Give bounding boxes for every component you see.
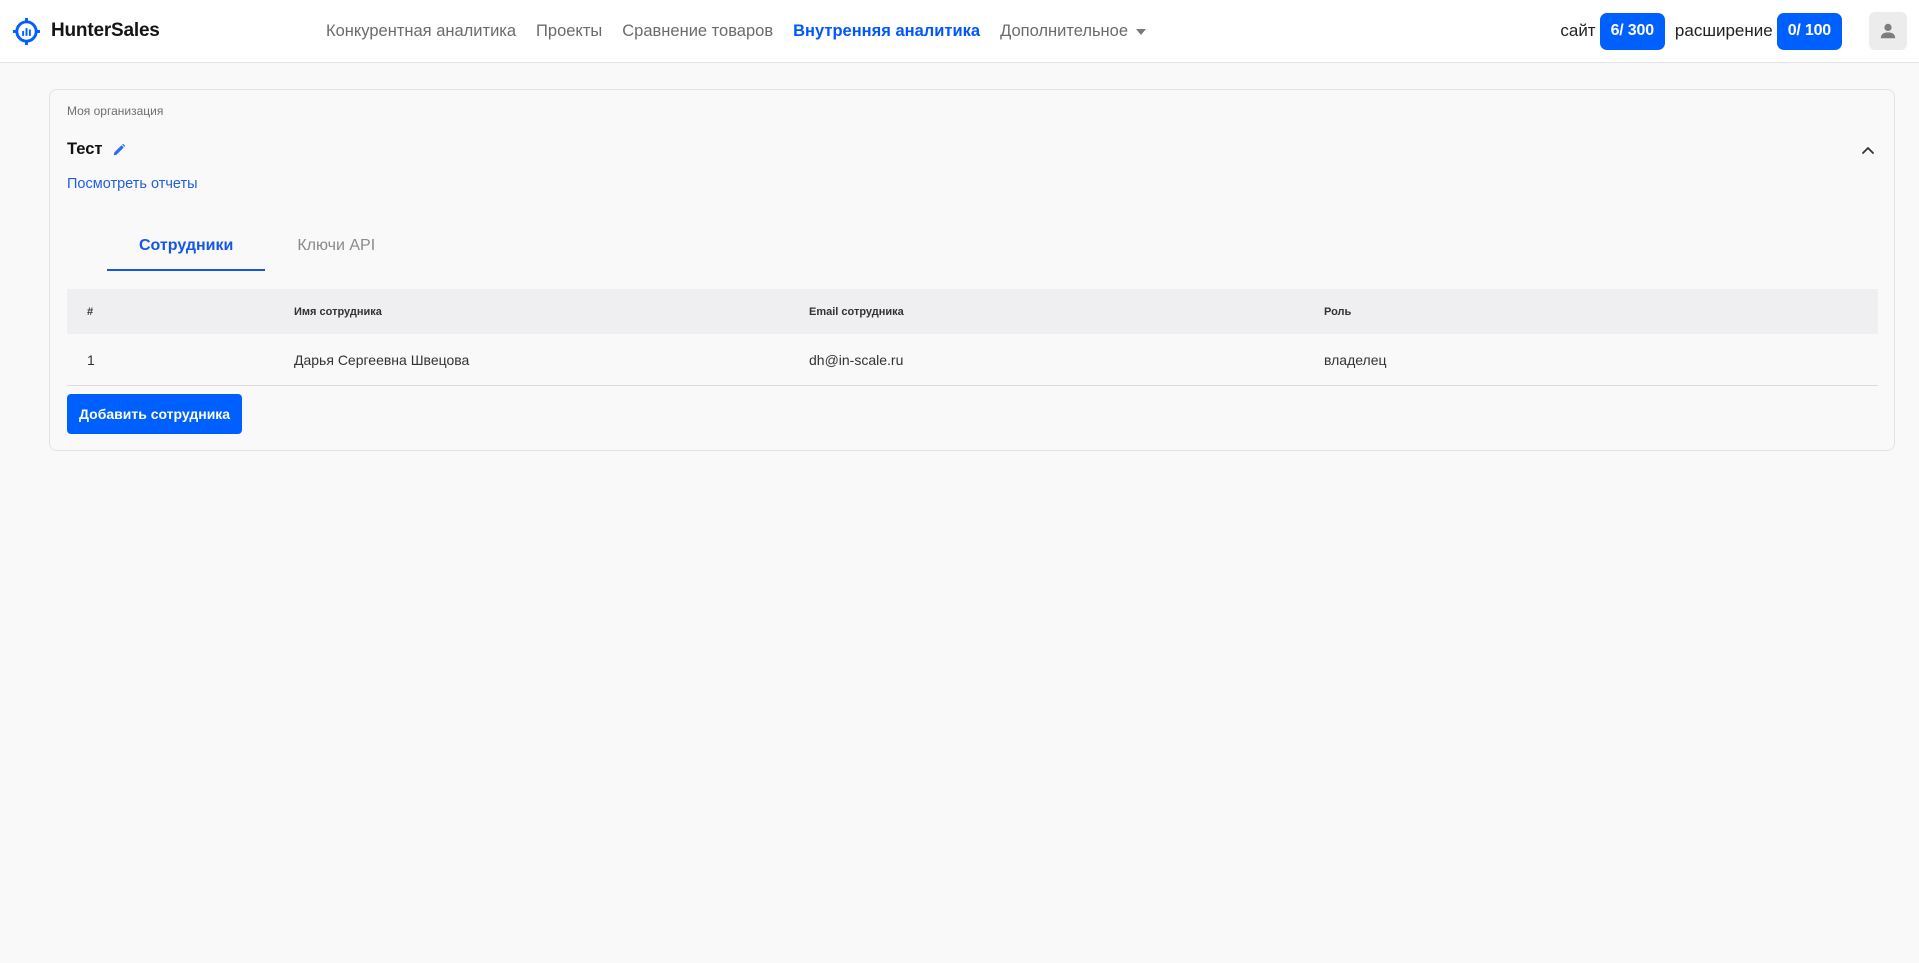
column-header-role: Роль: [1324, 305, 1352, 318]
column-header-email: Email сотрудника: [809, 305, 904, 318]
site-limit-label: сайт: [1560, 21, 1596, 40]
add-employee-button[interactable]: Добавить сотрудника: [67, 394, 243, 434]
organization-card: Моя организация Тест Посмотреть отчеты С…: [49, 89, 1895, 451]
edit-pencil-icon[interactable]: [112, 143, 126, 157]
chevron-up-icon[interactable]: [1860, 142, 1876, 158]
organization-title-row: Тест: [67, 140, 126, 159]
nav-product-comparison[interactable]: Сравнение товаров: [622, 22, 773, 41]
view-reports-link[interactable]: Посмотреть отчеты: [67, 176, 198, 192]
column-header-number: #: [87, 305, 94, 318]
extension-limit-label: расширение: [1674, 21, 1773, 40]
top-header: HunterSales Конкурентная аналитика Проек…: [0, 0, 1919, 63]
usage-limits: сайт 6/ 300 расширение 0/ 100: [1560, 12, 1842, 50]
logo-icon: [12, 17, 41, 45]
organization-name: Тест: [67, 140, 103, 158]
cell-employee-role: владелец: [1324, 351, 1387, 368]
tabs: Сотрудники Ключи API: [107, 228, 407, 271]
nav-additional-label: Дополнительное: [1000, 21, 1129, 40]
nav-internal-analytics[interactable]: Внутренняя аналитика: [793, 22, 980, 41]
column-header-name: Имя сотрудника: [294, 305, 382, 318]
tab-employees[interactable]: Сотрудники: [107, 228, 266, 271]
card-caption: Моя организация: [67, 104, 164, 118]
cell-number: 1: [87, 351, 95, 368]
user-icon: [1880, 23, 1896, 39]
extension-limit-badge: 0/ 100: [1776, 12, 1842, 50]
table-header: # Имя сотрудника Email сотрудника Роль: [67, 289, 1878, 334]
cell-employee-name: Дарья Сергеевна Швецова: [294, 351, 470, 368]
nav-additional-dropdown[interactable]: Дополнительное: [1000, 21, 1147, 41]
logo[interactable]: HunterSales: [12, 14, 160, 48]
tab-api-keys[interactable]: Ключи API: [265, 228, 407, 271]
main-nav: Конкурентная аналитика Проекты Сравнение…: [326, 0, 1166, 62]
site-limit-badge: 6/ 300: [1599, 12, 1665, 50]
caret-down-icon: [1136, 29, 1147, 35]
user-menu-button[interactable]: [1869, 12, 1907, 50]
cell-employee-email: dh@in-scale.ru: [809, 351, 904, 368]
logo-text: HunterSales: [51, 20, 160, 41]
table-row[interactable]: 1 Дарья Сергеевна Швецова dh@in-scale.ru…: [67, 334, 1878, 386]
nav-projects[interactable]: Проекты: [536, 22, 602, 41]
nav-competitor-analytics[interactable]: Конкурентная аналитика: [326, 22, 516, 41]
employees-table: # Имя сотрудника Email сотрудника Роль 1…: [67, 289, 1878, 386]
